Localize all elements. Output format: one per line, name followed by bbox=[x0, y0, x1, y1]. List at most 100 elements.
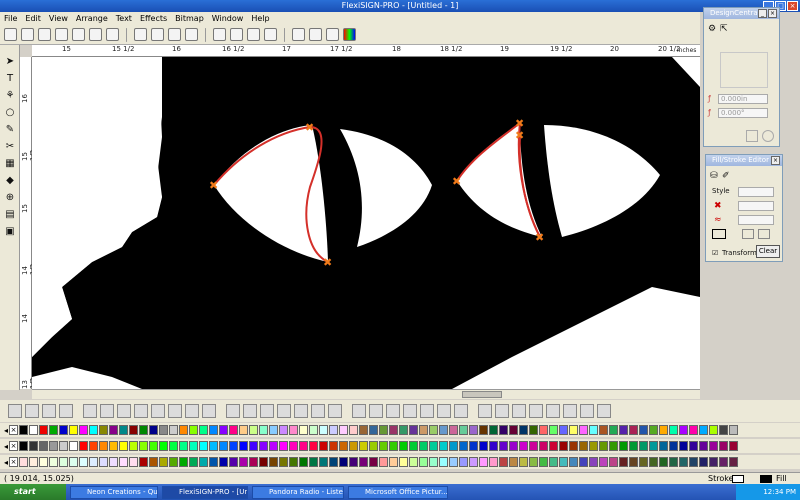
color-swatch[interactable] bbox=[229, 457, 239, 467]
menu-text[interactable]: Text bbox=[116, 14, 132, 23]
color-swatch[interactable] bbox=[239, 457, 249, 467]
hand-icon[interactable] bbox=[328, 404, 342, 418]
color-swatch[interactable] bbox=[569, 457, 579, 467]
color-swatch[interactable] bbox=[559, 441, 569, 451]
color-swatch[interactable] bbox=[579, 441, 589, 451]
color-swatch[interactable] bbox=[589, 457, 599, 467]
node-marker[interactable]: ✖ bbox=[209, 179, 218, 192]
color-swatch[interactable] bbox=[449, 441, 459, 451]
stroke-join-field[interactable] bbox=[738, 215, 774, 225]
color-swatch[interactable] bbox=[659, 441, 669, 451]
color-swatch[interactable] bbox=[329, 457, 339, 467]
color-swatch[interactable] bbox=[689, 441, 699, 451]
color-swatch[interactable] bbox=[39, 441, 49, 451]
color-swatch[interactable] bbox=[89, 441, 99, 451]
zoom-all-icon[interactable] bbox=[294, 404, 308, 418]
arrange-icon[interactable] bbox=[478, 404, 492, 418]
color-swatch[interactable] bbox=[419, 425, 429, 435]
color-swatch[interactable] bbox=[369, 425, 379, 435]
node-marker[interactable]: ✖ bbox=[305, 121, 314, 134]
color-swatch[interactable] bbox=[409, 425, 419, 435]
align-middle-icon[interactable] bbox=[420, 404, 434, 418]
color-swatch[interactable] bbox=[319, 425, 329, 435]
cut-icon[interactable] bbox=[134, 28, 147, 41]
color-swatch[interactable] bbox=[259, 441, 269, 451]
color-swatch[interactable] bbox=[529, 425, 539, 435]
arrange-icon[interactable] bbox=[563, 404, 577, 418]
color-swatch[interactable] bbox=[339, 441, 349, 451]
arrange-icon[interactable] bbox=[512, 404, 526, 418]
send-icon[interactable] bbox=[89, 28, 102, 41]
color-swatch[interactable] bbox=[89, 425, 99, 435]
shape-tool-icon[interactable]: ⚘ bbox=[3, 89, 17, 103]
ellipse-tool-icon[interactable]: ○ bbox=[3, 106, 17, 120]
color-swatch[interactable] bbox=[339, 457, 349, 467]
color-swatch[interactable] bbox=[79, 441, 89, 451]
color-swatch[interactable] bbox=[469, 441, 479, 451]
color-swatch[interactable] bbox=[29, 425, 39, 435]
weld-icon[interactable] bbox=[202, 404, 216, 418]
color-swatch[interactable] bbox=[19, 457, 29, 467]
taskbar-item-neon-creations[interactable]: Neon Creations - Quic... bbox=[70, 485, 158, 499]
color-swatch[interactable] bbox=[659, 425, 669, 435]
node-marker[interactable]: ✖ bbox=[452, 175, 461, 188]
align-top-icon[interactable] bbox=[403, 404, 417, 418]
no-color-swatch[interactable]: × bbox=[9, 425, 19, 435]
color-swatch[interactable] bbox=[419, 441, 429, 451]
color-swatch[interactable] bbox=[449, 425, 459, 435]
color-swatch[interactable] bbox=[39, 425, 49, 435]
color-swatch[interactable] bbox=[179, 441, 189, 451]
color-swatch[interactable] bbox=[609, 425, 619, 435]
align-left-icon[interactable] bbox=[352, 404, 366, 418]
zoom-tool-icon[interactable]: ⊕ bbox=[3, 191, 17, 205]
new-file-icon[interactable] bbox=[4, 28, 17, 41]
open-file-icon[interactable] bbox=[21, 28, 34, 41]
color-swatch[interactable] bbox=[359, 441, 369, 451]
color-swatch[interactable] bbox=[329, 441, 339, 451]
color-swatch[interactable] bbox=[369, 441, 379, 451]
join-style-icon[interactable] bbox=[758, 229, 770, 239]
color-swatch[interactable] bbox=[439, 425, 449, 435]
color-swatch[interactable] bbox=[569, 425, 579, 435]
color-swatch[interactable] bbox=[729, 457, 739, 467]
measure-tool-icon[interactable]: ▤ bbox=[3, 208, 17, 222]
color-swatch[interactable] bbox=[519, 425, 529, 435]
fill-bucket-icon[interactable]: ⛁ bbox=[710, 171, 718, 181]
color-swatch[interactable] bbox=[579, 457, 589, 467]
color-swatch[interactable] bbox=[99, 425, 109, 435]
color-swatch[interactable] bbox=[479, 441, 489, 451]
bezier-icon[interactable] bbox=[168, 404, 182, 418]
text-effect-icon[interactable]: ▣ bbox=[3, 225, 17, 239]
color-swatch[interactable] bbox=[639, 441, 649, 451]
redo-icon[interactable] bbox=[247, 28, 260, 41]
color-swatch[interactable] bbox=[209, 441, 219, 451]
color-swatch[interactable] bbox=[379, 457, 389, 467]
knife-tool-icon[interactable]: ✂ bbox=[3, 140, 17, 154]
color-swatch[interactable] bbox=[89, 457, 99, 467]
color-swatch[interactable] bbox=[109, 457, 119, 467]
color-swatch[interactable] bbox=[489, 441, 499, 451]
node-marker[interactable]: ✖ bbox=[323, 256, 332, 269]
print-icon[interactable] bbox=[55, 28, 68, 41]
stroke-width-field[interactable] bbox=[738, 201, 774, 211]
color-swatch[interactable] bbox=[129, 441, 139, 451]
color-swatch[interactable] bbox=[219, 425, 229, 435]
arrange-icon[interactable] bbox=[580, 404, 594, 418]
menu-window[interactable]: Window bbox=[212, 14, 244, 23]
color-swatch[interactable] bbox=[79, 457, 89, 467]
color-swatch[interactable] bbox=[689, 425, 699, 435]
color-swatch[interactable] bbox=[109, 425, 119, 435]
color-swatch[interactable] bbox=[329, 425, 339, 435]
start-button[interactable]: start bbox=[0, 484, 66, 500]
color-palette-row-2[interactable]: ◂ × bbox=[0, 439, 800, 453]
color-swatch[interactable] bbox=[509, 425, 519, 435]
color-swatch[interactable] bbox=[289, 441, 299, 451]
color-swatch[interactable] bbox=[429, 457, 439, 467]
color-swatch[interactable] bbox=[709, 441, 719, 451]
color-swatch[interactable] bbox=[189, 441, 199, 451]
color-swatch[interactable] bbox=[319, 441, 329, 451]
color-swatch[interactable] bbox=[449, 457, 459, 467]
color-swatch[interactable] bbox=[139, 425, 149, 435]
color-swatch[interactable] bbox=[199, 457, 209, 467]
lasso-icon[interactable] bbox=[100, 404, 114, 418]
